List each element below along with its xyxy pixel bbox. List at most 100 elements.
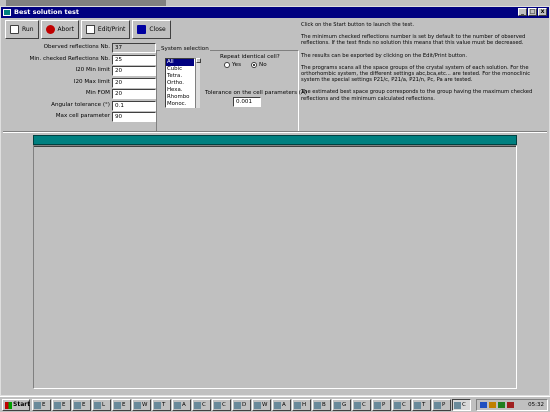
observed-reflections-field: 37 <box>112 43 156 53</box>
param-max-cell: Max cell parameter 90 <box>6 112 156 123</box>
task-label: A <box>182 402 186 408</box>
abort-button[interactable]: Abort <box>40 20 79 39</box>
task-app-icon <box>154 401 161 409</box>
taskbar-task-button[interactable]: W <box>252 399 271 411</box>
angular-tolerance-field[interactable]: 0.1 <box>112 100 156 111</box>
system-selection-label: System selection <box>160 46 210 52</box>
help-text: Click on the Start button to launch the … <box>301 22 545 108</box>
i20-min-field[interactable]: 20 <box>112 66 156 76</box>
system-item-all[interactable]: All <box>166 59 194 66</box>
task-app-icon <box>94 401 101 409</box>
system-item-rhombo[interactable]: Rhombo <box>166 94 194 101</box>
taskbar-task-button[interactable]: C <box>352 399 371 411</box>
task-label: L <box>102 402 106 408</box>
start-button[interactable]: Start <box>2 399 30 411</box>
taskbar-task-button[interactable]: P <box>372 399 391 411</box>
system-item-monoc[interactable]: Monoc. <box>166 101 194 107</box>
scroll-up-arrow-icon[interactable] <box>196 58 201 63</box>
task-label: E <box>122 402 126 408</box>
task-app-icon <box>414 401 421 409</box>
param-i20-max: I20 Max limit 20 <box>6 77 156 89</box>
speaker-icon[interactable] <box>489 402 496 408</box>
repeat-yes-radio[interactable]: Yes <box>224 62 241 68</box>
system-selection-group: System selection All Cubic Tetra. Ortho.… <box>156 46 307 132</box>
task-app-icon <box>374 401 381 409</box>
taskbar-task-button[interactable]: C <box>452 399 471 411</box>
run-icon <box>10 25 19 34</box>
taskbar-task-button[interactable]: P <box>432 399 451 411</box>
edit-print-button[interactable]: Edit/Print <box>80 20 131 39</box>
param-i20-min: I20 Min limit 20 <box>6 66 156 77</box>
repeat-cell-label: Repeat identical cell? <box>220 54 280 60</box>
help-paragraph: Click on the Start button to launch the … <box>301 22 414 28</box>
taskbar-task-button[interactable]: L <box>92 399 111 411</box>
taskbar-task-button[interactable]: C <box>192 399 211 411</box>
run-button[interactable]: Run <box>5 20 39 39</box>
tolerance-field[interactable]: 0.001 <box>233 97 261 107</box>
task-label: W <box>142 402 148 408</box>
task-app-icon <box>394 401 401 409</box>
task-label: C <box>362 402 366 408</box>
min-fom-field[interactable]: 20 <box>112 89 156 99</box>
clock[interactable]: 05:32 <box>528 400 544 410</box>
task-label: A <box>282 402 286 408</box>
taskbar-task-button[interactable]: D <box>232 399 251 411</box>
system-listbox[interactable]: All Cubic Tetra. Ortho. Hexa. Rhombo Mon… <box>165 58 195 108</box>
task-label: D <box>242 402 247 408</box>
taskbar-task-button[interactable]: E <box>112 399 131 411</box>
taskbar-task-button[interactable]: T <box>412 399 431 411</box>
close-button[interactable]: Close <box>132 20 171 39</box>
task-app-icon <box>274 401 281 409</box>
task-app-icon <box>254 401 261 409</box>
network-icon[interactable] <box>480 402 487 408</box>
help-paragraph: The estimated best space group correspon… <box>301 89 533 102</box>
taskbar-task-button[interactable]: E <box>32 399 51 411</box>
taskbar-task-button[interactable]: W <box>132 399 151 411</box>
task-app-icon <box>354 401 361 409</box>
tray-app-icon[interactable] <box>507 402 514 408</box>
task-label: T <box>422 402 426 408</box>
minimize-button[interactable]: _ <box>518 8 527 16</box>
door-icon <box>137 25 147 34</box>
divider <box>3 131 547 133</box>
windows-logo-icon <box>5 402 12 409</box>
taskbar-task-button[interactable]: E <box>72 399 91 411</box>
system-item-cubic[interactable]: Cubic <box>166 66 194 73</box>
taskbar-task-button[interactable]: E <box>52 399 71 411</box>
task-app-icon <box>214 401 221 409</box>
taskbar-task-button[interactable]: G <box>332 399 351 411</box>
param-angular-tolerance: Angular tolerance (°) 0.1 <box>6 100 156 112</box>
task-app-icon <box>314 401 321 409</box>
close-window-button[interactable]: x <box>538 8 547 16</box>
task-app-icon <box>294 401 301 409</box>
tray-app-icon[interactable] <box>498 402 505 408</box>
window-titlebar[interactable]: Best solution test _ □ x <box>1 7 549 18</box>
param-min-fom: Min FOM 20 <box>6 89 156 100</box>
taskbar-task-button[interactable]: A <box>272 399 291 411</box>
maximize-button[interactable]: □ <box>528 8 537 16</box>
min-checked-reflections-field[interactable]: 25 <box>112 54 156 65</box>
repeat-no-radio[interactable]: No <box>251 62 267 68</box>
results-area[interactable] <box>33 145 517 389</box>
task-label: B <box>322 402 326 408</box>
param-observed-reflections: Oberved reflections Nb. 37 <box>6 43 156 54</box>
help-paragraph: The programs scans all the space groups … <box>301 64 531 84</box>
taskbar-task-button[interactable]: C <box>212 399 231 411</box>
task-app-icon <box>234 401 241 409</box>
parameters-panel: Oberved reflections Nb. 37 Min. checked … <box>6 43 156 124</box>
listbox-scrollbar[interactable] <box>195 58 201 108</box>
help-paragraph: The results can be exported by clicking … <box>301 52 468 59</box>
taskbar-task-button[interactable]: A <box>172 399 191 411</box>
max-cell-parameter-field[interactable]: 90 <box>112 112 156 122</box>
system-item-tetra[interactable]: Tetra. <box>166 73 194 80</box>
taskbar-task-button[interactable]: T <box>152 399 171 411</box>
task-label: C <box>402 402 406 408</box>
system-item-hexa[interactable]: Hexa. <box>166 87 194 94</box>
task-app-icon <box>454 401 461 409</box>
taskbar-task-button[interactable]: H <box>292 399 311 411</box>
system-item-ortho[interactable]: Ortho. <box>166 80 194 87</box>
taskbar-task-button[interactable]: C <box>392 399 411 411</box>
taskbar-task-button[interactable]: B <box>312 399 331 411</box>
best-solution-window: Best solution test _ □ x Run Abort Edit/… <box>0 6 550 396</box>
i20-max-field[interactable]: 20 <box>112 77 156 88</box>
